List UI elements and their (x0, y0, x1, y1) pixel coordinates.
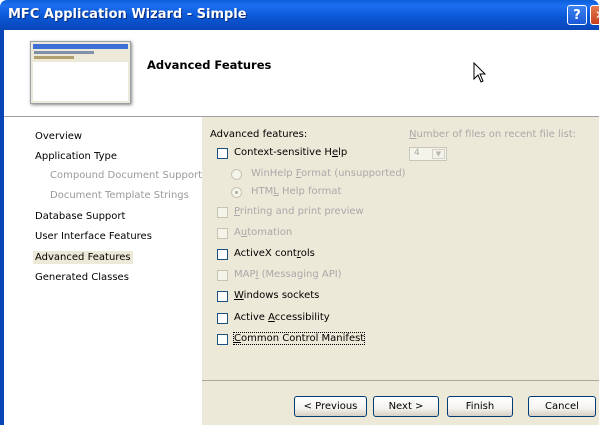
button-separator (202, 380, 599, 381)
automation-label: Automation (234, 227, 293, 238)
active-accessibility-label[interactable]: Active Accessibility (234, 312, 330, 323)
mapi-checkbox[interactable] (217, 270, 228, 281)
wizard-nav (4, 117, 201, 425)
printing-checkbox[interactable] (217, 207, 228, 218)
nav-item-advanced-features[interactable]: Advanced Features (33, 251, 133, 264)
htmlhelp-label: HTML Help format (251, 186, 342, 197)
common-control-manifest-label[interactable]: Common Control Manifest (232, 332, 366, 345)
wizard-window: MFC Application Wizard - Simple ? ✕ Adva… (0, 0, 599, 425)
nav-item-compound-document-support[interactable]: Compound Document Support (50, 170, 202, 181)
page-title: Advanced Features (147, 58, 272, 72)
winhelp-radio[interactable] (231, 169, 242, 180)
recent-files-label: Number of files on recent file list: (409, 129, 577, 140)
printing-label: Printing and print preview (234, 206, 364, 217)
help-button[interactable]: ? (567, 5, 587, 25)
mouse-pointer-icon (473, 62, 487, 83)
active-accessibility-checkbox[interactable] (217, 313, 228, 324)
nav-divider (201, 117, 202, 425)
activex-label[interactable]: ActiveX controls (234, 248, 315, 259)
nav-item-generated-classes[interactable]: Generated Classes (35, 272, 129, 283)
common-control-manifest-checkbox[interactable] (217, 334, 228, 345)
activex-checkbox[interactable] (217, 249, 228, 260)
mapi-label: MAPI (Messaging API) (234, 269, 342, 280)
preview-client-area (33, 62, 128, 101)
windows-sockets-checkbox[interactable] (217, 291, 228, 302)
context-help-checkbox[interactable] (217, 148, 228, 159)
preview-toolbar (34, 56, 74, 59)
chevron-down-icon[interactable]: ▼ (432, 149, 445, 159)
nav-item-user-interface-features[interactable]: User Interface Features (35, 231, 152, 242)
nav-item-document-template-strings[interactable]: Document Template Strings (50, 190, 189, 201)
title-bar[interactable]: MFC Application Wizard - Simple ? ✕ (0, 0, 599, 30)
app-preview-thumbnail (30, 41, 131, 104)
nav-item-database-support[interactable]: Database Support (35, 211, 125, 222)
previous-button[interactable]: < Previous (294, 396, 367, 417)
recent-files-value: 4 (414, 148, 420, 158)
nav-item-overview[interactable]: Overview (35, 131, 82, 142)
window-title: MFC Application Wizard - Simple (8, 7, 247, 22)
cancel-button[interactable]: Cancel (528, 396, 596, 417)
htmlhelp-radio[interactable] (231, 187, 242, 198)
windows-sockets-label[interactable]: Windows sockets (234, 290, 319, 301)
context-help-label[interactable]: Context-sensitive Help (234, 147, 347, 158)
next-button[interactable]: Next > (373, 396, 439, 417)
winhelp-label: WinHelp Format (unsupported) (251, 168, 406, 179)
nav-item-application-type[interactable]: Application Type (35, 151, 117, 162)
advanced-features-label: Advanced features: (210, 129, 308, 140)
automation-checkbox[interactable] (217, 228, 228, 239)
recent-files-combo[interactable]: 4 ▼ (409, 147, 447, 161)
preview-titlebar (33, 44, 128, 49)
finish-button[interactable]: Finish (447, 396, 513, 417)
preview-menubar (34, 51, 94, 54)
close-button[interactable]: ✕ (590, 5, 599, 25)
